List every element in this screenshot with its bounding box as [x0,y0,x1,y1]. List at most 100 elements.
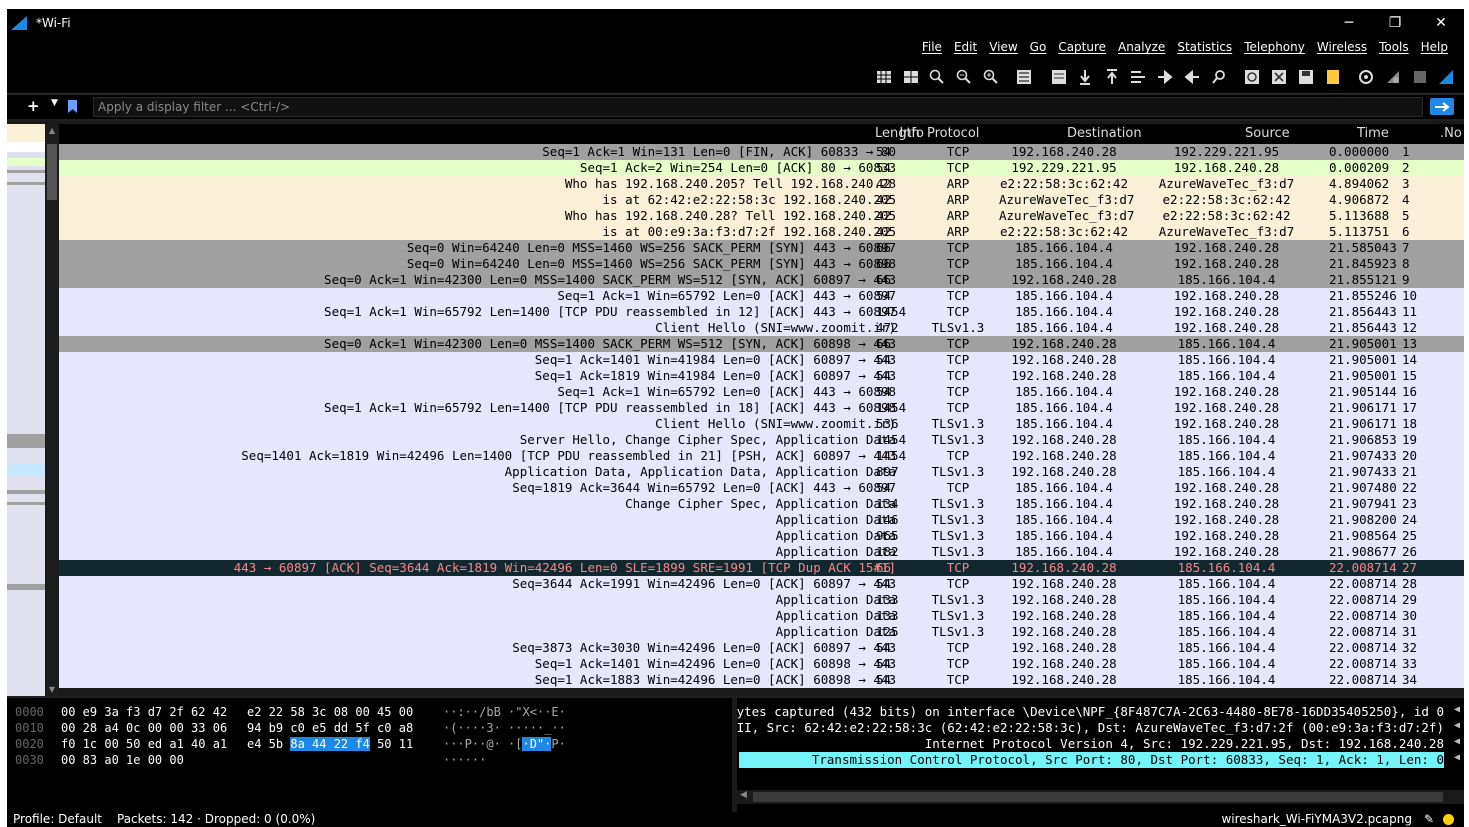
col-header-destination[interactable]: Destination [1067,126,1142,141]
save-icon[interactable] [1297,68,1315,86]
options-icon[interactable] [1357,68,1375,86]
col-header-source[interactable]: Source [1245,126,1290,141]
display-filter-input[interactable]: Apply a display filter ... <Ctrl-/> [93,97,1423,117]
auto-scroll-icon[interactable] [1015,68,1033,86]
expand-arrow-icon[interactable]: ◀ [1454,736,1460,747]
col-header-protocol[interactable]: Protocol [927,126,979,141]
add-filter-button-icon[interactable]: + [27,97,40,115]
open-icon[interactable] [1324,68,1342,86]
menu-statistics[interactable]: Statistics [1171,36,1238,58]
bookmark-icon[interactable] [68,100,77,113]
detail-tree-item[interactable]: II, Src: 62:42:e2:22:58:3c (62:42:e2:22:… [737,720,1444,736]
col-header-time[interactable]: Time [1357,126,1389,141]
packet-row[interactable]: Application Data 965 TLSv1.3 185.166.104.4 1… [59,528,1464,544]
packet-bytes-pane[interactable]: 0000 00 e9 3a f3 d7 2f 62 42 e2 22 58 3c 0… [7,698,732,812]
packet-row[interactable]: 443 → 60897 [ACK] Seq=3644 Ack=1819 Win=… [59,560,1464,576]
filter-dropdown-icon[interactable]: ▼ [51,98,58,108]
packet-row[interactable]: Seq=3873 Ack=3030 Win=42496 Len=0 [ACK] … [59,640,1464,656]
col-header-length[interactable]: Length [875,126,920,141]
menu-go[interactable]: Go [1024,36,1053,58]
go-to-packet-icon[interactable] [1129,68,1147,86]
scrollbar-thumb[interactable] [47,144,57,200]
menu-view[interactable]: View [983,36,1023,58]
menu-telephony[interactable]: Telephony [1238,36,1311,58]
packet-row[interactable]: Seq=1 Ack=1 Win=65792 Len=1400 [TCP PDU … [59,304,1464,320]
go-last-icon[interactable] [1076,68,1094,86]
scroll-left-icon[interactable]: ◀ [740,790,747,800]
start-icon[interactable] [1437,68,1455,86]
col-header-no[interactable]: .No [1440,126,1462,141]
detail-tree-item[interactable]: Transmission Control Protocol, Src Port:… [739,752,1444,768]
close-file-icon[interactable] [1270,68,1288,86]
packet-row[interactable]: is at 62:42:e2:22:58:3c 192.168.240.205 4… [59,192,1464,208]
go-forward-icon[interactable] [1156,68,1174,86]
find-icon[interactable] [1210,68,1228,86]
packet-row[interactable]: Seq=1 Ack=1401 Win=42496 Len=0 [ACK] 608… [59,656,1464,672]
resize-columns-icon[interactable] [875,68,893,86]
packet-row[interactable]: is at 00:e9:3a:f3:d7:2f 192.168.240.205 4… [59,224,1464,240]
go-back-icon[interactable] [1183,68,1201,86]
packet-row[interactable]: Application Data 133 TLSv1.3 192.168.240.28… [59,592,1464,608]
packet-row[interactable]: Seq=1 Ack=1 Win=131 Len=0 [FIN, ACK] 608… [59,144,1464,160]
packet-row[interactable]: Seq=0 Win=64240 Len=0 MSS=1460 WS=256 SA… [59,256,1464,272]
packet-row[interactable]: Seq=0 Ack=1 Win=42300 Len=0 MSS=1400 SAC… [59,272,1464,288]
apply-filter-button[interactable] [1430,98,1454,115]
packet-row[interactable]: Application Data 125 TLSv1.3 192.168.240.28… [59,624,1464,640]
packet-row[interactable]: Seq=0 Win=64240 Len=0 MSS=1460 WS=256 SA… [59,240,1464,256]
packet-row[interactable]: Seq=1401 Ack=1819 Win=42496 Len=1400 [TC… [59,448,1464,464]
packet-row[interactable]: Change Cipher Spec, Application Data 134 T… [59,496,1464,512]
detail-tree-item[interactable]: ytes captured (432 bits) on interface \D… [737,704,1444,720]
details-scrollbar-thumb[interactable] [753,792,1443,802]
go-first-icon[interactable] [1103,68,1121,86]
menu-wireless[interactable]: Wireless [1311,36,1373,58]
packet-row[interactable]: Seq=3644 Ack=1991 Win=42496 Len=0 [ACK] … [59,576,1464,592]
expand-arrow-icon[interactable]: ◀ [1454,752,1460,763]
maximize-button[interactable]: ❐ [1372,9,1418,36]
scroll-down-icon[interactable]: ▼ [47,685,57,694]
packet-row[interactable]: Client Hello (SNI=www.zoomit.ir) 536 TLSv1… [59,416,1464,432]
menu-edit[interactable]: Edit [948,36,983,58]
zoom-in-icon[interactable] [982,68,1000,86]
packet-row[interactable]: Seq=1 Ack=1401 Win=41984 Len=0 [ACK] 608… [59,352,1464,368]
menu-help[interactable]: Help [1415,36,1454,58]
menu-capture[interactable]: Capture [1052,36,1112,58]
menu-file[interactable]: File [916,36,948,58]
packet-row[interactable]: Server Hello, Change Cipher Spec, Applic… [59,432,1464,448]
packet-row[interactable]: Application Data 182 TLSv1.3 185.166.104.4 1… [59,544,1464,560]
close-button[interactable]: ✕ [1418,9,1464,36]
packet-row[interactable]: Seq=1 Ack=1 Win=65792 Len=1400 [TCP PDU … [59,400,1464,416]
packet-list-scrollbar[interactable]: ▲ ▼ [45,124,59,696]
packet-row[interactable]: Client Hello (SNI=www.zoomit.ir) 472 TLSv1… [59,320,1464,336]
zoom-out-icon[interactable] [955,68,973,86]
colorize-icon[interactable] [902,68,920,86]
packet-row[interactable]: Seq=1 Ack=1 Win=65792 Len=0 [ACK] 443 → … [59,384,1464,400]
menu-analyze[interactable]: Analyze [1112,36,1171,58]
packet-row[interactable]: Who has 192.168.240.28? Tell 192.168.240… [59,208,1464,224]
packet-row[interactable]: Seq=1 Ack=2 Win=254 Len=0 [ACK] 80 → 608… [59,160,1464,176]
stop-icon[interactable] [1411,68,1429,86]
expert-info-icon[interactable] [1443,814,1454,825]
packet-row[interactable]: Seq=1 Ack=1883 Win=42496 Len=0 [ACK] 608… [59,672,1464,688]
profile-label[interactable]: Profile: Default [13,812,102,827]
menu-tools[interactable]: Tools [1373,36,1415,58]
minimize-button[interactable]: ─ [1326,9,1372,36]
packet-row[interactable]: Seq=0 Ack=1 Win=42300 Len=0 MSS=1400 SAC… [59,336,1464,352]
packet-row[interactable]: Seq=1819 Ack=3644 Win=65792 Len=0 [ACK] … [59,480,1464,496]
scroll-up-icon[interactable]: ▲ [47,126,57,135]
restart-icon[interactable] [1384,68,1402,86]
packet-row[interactable]: Seq=1 Ack=1 Win=65792 Len=0 [ACK] 443 → … [59,288,1464,304]
packet-row[interactable]: Application Data, Application Data, Appl… [59,464,1464,480]
expand-arrow-icon[interactable]: ◀ [1454,704,1460,715]
packet-minimap[interactable] [7,124,45,696]
packet-row[interactable]: Who has 192.168.240.205? Tell 192.168.24… [59,176,1464,192]
details-horizontal-scrollbar[interactable]: ◀ [737,790,1464,804]
edit-comment-icon[interactable]: ✎ [1424,812,1434,827]
packet-row[interactable]: Seq=1 Ack=1819 Win=41984 Len=0 [ACK] 608… [59,368,1464,384]
packet-row[interactable]: Application Data 133 TLSv1.3 192.168.240.28… [59,608,1464,624]
expand-arrow-icon[interactable]: ◀ [1454,720,1460,731]
detail-tree-item[interactable]: Internet Protocol Version 4, Src: 192.22… [925,736,1444,752]
colorize-list-icon[interactable] [1050,68,1068,86]
packet-row[interactable]: Application Data 146 TLSv1.3 185.166.104.4 1… [59,512,1464,528]
zoom-reset-icon[interactable] [928,68,946,86]
reload-icon[interactable] [1243,68,1261,86]
